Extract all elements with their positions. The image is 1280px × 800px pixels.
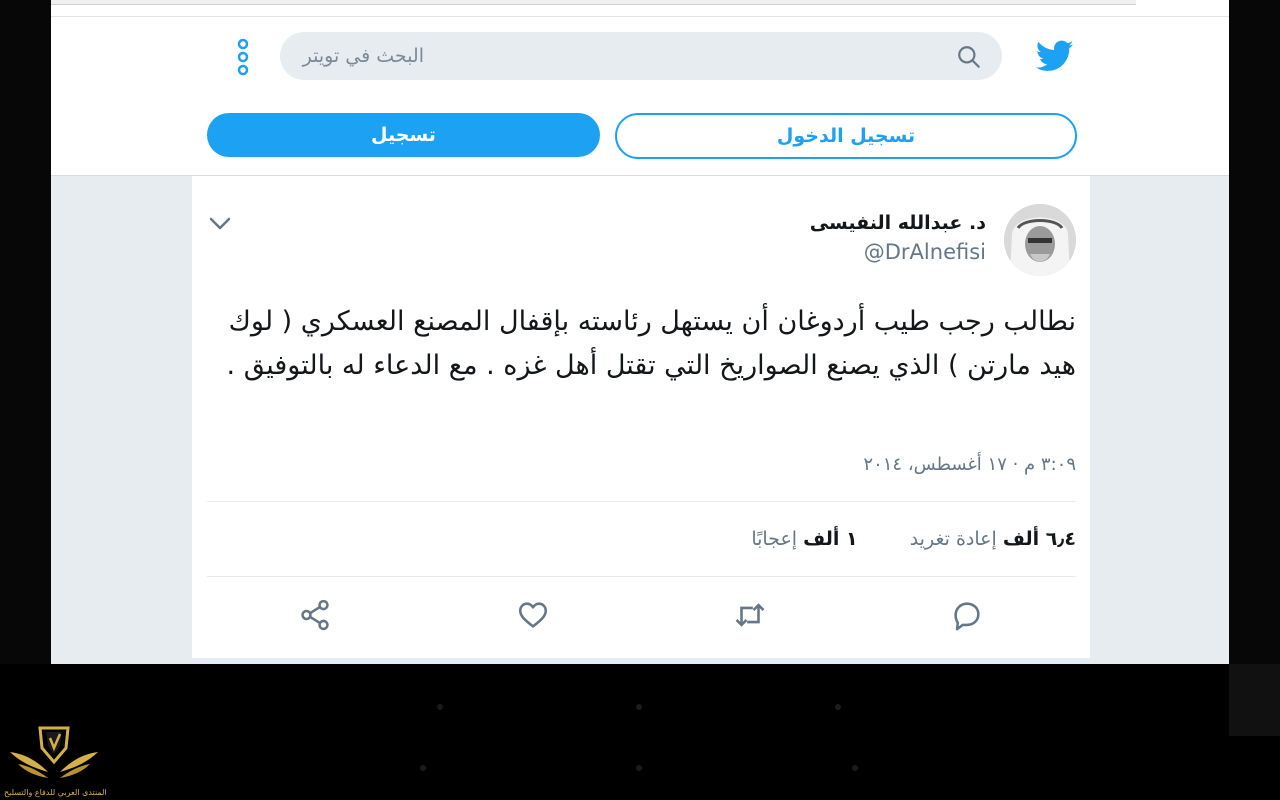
dot [437, 704, 443, 710]
likes-count[interactable]: ١ ألف [803, 528, 858, 550]
bottom-letterbox [0, 664, 1280, 800]
letterbox-corner [1229, 664, 1280, 736]
dot [420, 765, 426, 771]
twitter-screen: البحث في تويتر تسجيل الدخول تسجيل د. عبد… [51, 0, 1229, 664]
search-icon[interactable] [956, 44, 982, 70]
retweets-label[interactable]: إعادة تغريد [910, 528, 997, 550]
twitter-bird-icon[interactable] [1036, 37, 1074, 75]
divider [207, 501, 1076, 502]
author-name[interactable]: د. عبدالله النفيسى [810, 212, 986, 234]
shield-wings-icon [10, 726, 98, 778]
author-handle[interactable]: @DrAlnefisi [864, 240, 986, 264]
dot [636, 765, 642, 771]
signup-button[interactable]: تسجيل [207, 113, 600, 157]
top-navigation: البحث في تويتر تسجيل الدخول تسجيل [51, 0, 1229, 176]
dot [852, 765, 858, 771]
browser-edge [51, 0, 1136, 5]
tweet-timestamp[interactable]: ٣:٠٩ م · ١٧ أغسطس، ٢٠١٤ [863, 454, 1076, 475]
tweet-stats: ٦٫٤ ألف إعادة تغريد ١ ألف إعجابًا [751, 528, 1076, 550]
tweet-text: نطالب رجب طيب أردوغان أن يستهل رئاسته بإ… [226, 306, 1076, 381]
dot [636, 704, 642, 710]
share-icon[interactable] [298, 598, 332, 632]
avatar-image [1004, 204, 1076, 276]
login-button[interactable]: تسجيل الدخول [615, 113, 1077, 159]
divider [207, 576, 1076, 577]
dot [835, 704, 841, 710]
heart-icon[interactable] [516, 598, 550, 632]
retweets-count[interactable]: ٦٫٤ ألف [1003, 528, 1076, 550]
watermark-caption: المنتدى العربي للدفاع والتسليح [4, 788, 107, 797]
likes-label[interactable]: إعجابًا [751, 528, 797, 550]
retweet-icon[interactable] [733, 598, 767, 632]
search-field[interactable]: البحث في تويتر [280, 32, 1002, 80]
watermark-logo: المنتدى العربي للدفاع والتسليح [0, 718, 108, 800]
right-letterbox [1229, 0, 1280, 735]
browser-edge-line [51, 16, 1229, 17]
left-letterbox [0, 0, 51, 735]
avatar[interactable] [1004, 204, 1076, 276]
tweet-card: د. عبدالله النفيسى @DrAlnefisi نطالب رجب… [192, 176, 1090, 664]
chevron-down-icon[interactable] [208, 214, 232, 234]
card-bottom-edge [192, 658, 1090, 664]
search-placeholder[interactable]: البحث في تويتر [303, 45, 424, 67]
reply-icon[interactable] [950, 598, 984, 632]
more-options-icon[interactable] [235, 38, 251, 76]
